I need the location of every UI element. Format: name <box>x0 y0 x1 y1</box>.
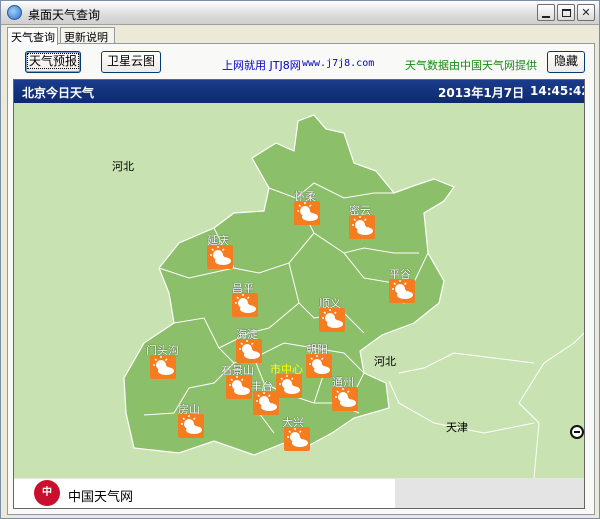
sunny-cloudy-icon <box>319 308 345 332</box>
label-tianjin: 天津 <box>446 421 468 434</box>
district-fengtai[interactable]: 丰台 <box>251 378 279 415</box>
sunny-cloudy-icon <box>236 339 262 363</box>
tab-weather-query[interactable]: 天气查询 <box>7 27 58 45</box>
sunny-cloudy-icon <box>389 279 415 303</box>
minimize-button[interactable] <box>537 4 555 21</box>
map-header: 北京今日天气 2013年1月7日 14:45:42 <box>14 80 584 103</box>
tab-update-notes[interactable]: 更新说明 <box>60 27 115 44</box>
maximize-button[interactable] <box>557 4 575 21</box>
district-huairou[interactable]: 怀柔 <box>294 188 320 225</box>
border-line-hebei <box>398 352 535 374</box>
sunny-cloudy-icon <box>276 374 302 398</box>
title-bar[interactable]: 桌面天气查询 ✕ <box>1 1 599 25</box>
footer-gray-area <box>395 478 584 508</box>
sunny-cloudy-icon <box>150 355 176 379</box>
sunny-cloudy-icon <box>178 414 204 438</box>
sunny-cloudy-icon <box>207 245 233 269</box>
close-button[interactable]: ✕ <box>577 4 595 21</box>
site-link[interactable]: 上网就用 JTJ8网 <box>222 57 301 73</box>
weather-logo-icon[interactable]: 中 <box>34 480 60 506</box>
map-time: 14:45:42 <box>530 84 585 98</box>
sunny-cloudy-icon <box>306 354 332 378</box>
app-icon <box>7 5 22 20</box>
sunny-cloudy-icon <box>294 201 320 225</box>
district-daxing[interactable]: 大兴 <box>282 414 310 451</box>
sunny-cloudy-icon <box>226 375 252 399</box>
district-miyun[interactable]: 密云 <box>349 202 375 239</box>
forecast-button[interactable]: 天气预报 <box>25 51 81 73</box>
close-icon: ✕ <box>581 6 591 19</box>
sunny-cloudy-icon <box>232 293 258 317</box>
district-changping[interactable]: 昌平 <box>232 280 258 317</box>
data-source-text: 天气数据由中国天气网提供 <box>405 59 537 72</box>
district-tongzhou[interactable]: 通州 <box>332 374 358 411</box>
maximize-icon <box>558 5 574 20</box>
window-title: 桌面天气查询 <box>28 8 101 22</box>
map-title: 北京今日天气 <box>22 86 95 100</box>
district-shijingshan[interactable]: 石景山 <box>221 362 254 399</box>
weather-map: 北京今日天气 2013年1月7日 14:45:42 河北 河北 天津 怀柔 密云… <box>13 79 585 509</box>
site-url-link[interactable]: www.j7j8.com <box>302 58 374 69</box>
district-city-center[interactable]: 市中心 <box>270 361 303 398</box>
district-chaoyang[interactable]: 朝阳 <box>306 341 332 378</box>
district-yanqing[interactable]: 延庆 <box>207 232 233 269</box>
sunny-cloudy-icon <box>349 215 375 239</box>
district-fangshan[interactable]: 房山 <box>178 401 204 438</box>
sunny-cloudy-icon <box>253 391 279 415</box>
hide-button[interactable]: 隐藏 <box>547 51 585 73</box>
minimize-icon <box>538 5 554 20</box>
district-shunyi[interactable]: 顺义 <box>319 295 345 332</box>
border-line-tianjin <box>518 332 584 478</box>
district-pinggu[interactable]: 平谷 <box>389 266 415 303</box>
label-hebei-northwest: 河北 <box>112 160 134 173</box>
satellite-cloud-button[interactable]: 卫星云图 <box>101 51 161 73</box>
zoom-out-icon[interactable] <box>570 425 584 439</box>
sunny-cloudy-icon <box>284 427 310 451</box>
sunny-cloudy-icon <box>332 387 358 411</box>
map-date: 2013年1月7日 <box>438 86 525 100</box>
app-window: 桌面天气查询 ✕ 天气查询 更新说明 天气预报 卫星云图 上网就用 JTJ8网 … <box>0 0 600 519</box>
forecast-button-label: 天气预报 <box>26 53 79 69</box>
footer-brand-text[interactable]: 中国天气网 <box>68 486 133 505</box>
district-mentougou[interactable]: 门头沟 <box>146 342 179 379</box>
label-hebei-east: 河北 <box>374 355 396 368</box>
district-haidian[interactable]: 海淀 <box>236 326 262 363</box>
